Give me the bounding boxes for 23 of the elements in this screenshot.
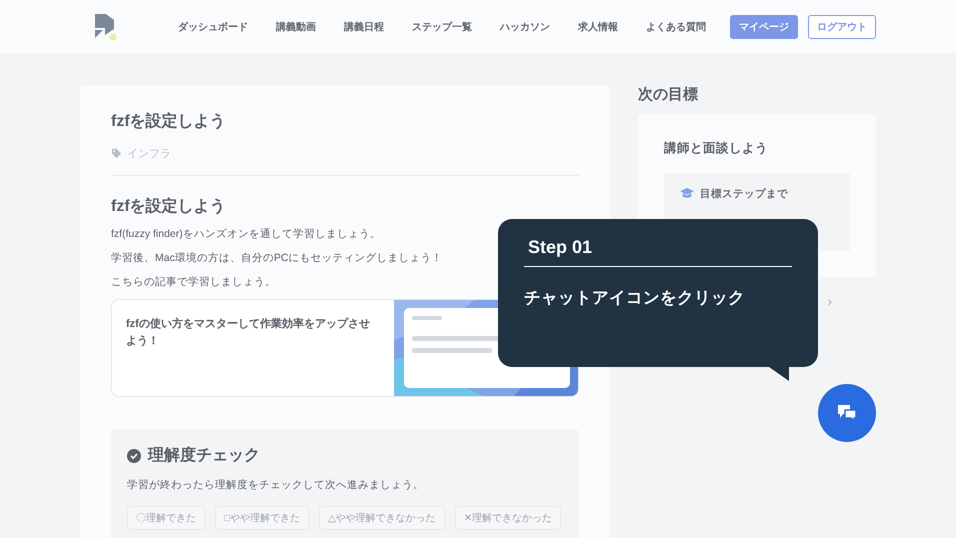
nav-link[interactable]: 講義日程 — [344, 20, 384, 34]
nav-link[interactable]: ハッカソン — [500, 20, 550, 34]
nav-link[interactable]: よくある質問 — [646, 20, 706, 34]
graduation-cap-icon — [680, 187, 694, 199]
logo-icon[interactable] — [92, 12, 118, 40]
check-title: 理解度チェック — [148, 445, 260, 466]
paragraph: こちらの記事で学習しましょう。 — [111, 275, 277, 289]
tag-icon — [111, 148, 122, 159]
check-circle-icon — [127, 448, 141, 462]
paragraph: 学習後、Mac環境の方は、自分のPCにもセッティングしましょう！ — [111, 251, 444, 265]
goal-title: 講師と面談しよう — [664, 140, 769, 157]
nav-link[interactable]: ダッシュボード — [178, 20, 248, 34]
paragraph: fzf(fuzzy finder)をハンズオンを通して学習しましょう。 — [111, 227, 382, 241]
tooltip-step: Step 01 — [524, 237, 792, 267]
next-goal-heading: 次の目標 — [638, 85, 699, 104]
section-heading: fzfを設定しよう — [111, 196, 227, 217]
nav-link[interactable]: 講義動画 — [276, 20, 316, 34]
progress-label: 目標ステップまで — [700, 187, 788, 201]
link-card-title: fzfの使い方をマスターして作業効率をアップさせよう！ — [125, 316, 371, 350]
nav-link[interactable]: 求人情報 — [578, 20, 618, 34]
nav-link[interactable]: ステップ一覧 — [412, 20, 472, 34]
article-title: fzfを設定しよう — [111, 111, 227, 132]
check-description: 学習が終わったら理解度をチェックして次へ進みましょう。 — [127, 478, 425, 492]
